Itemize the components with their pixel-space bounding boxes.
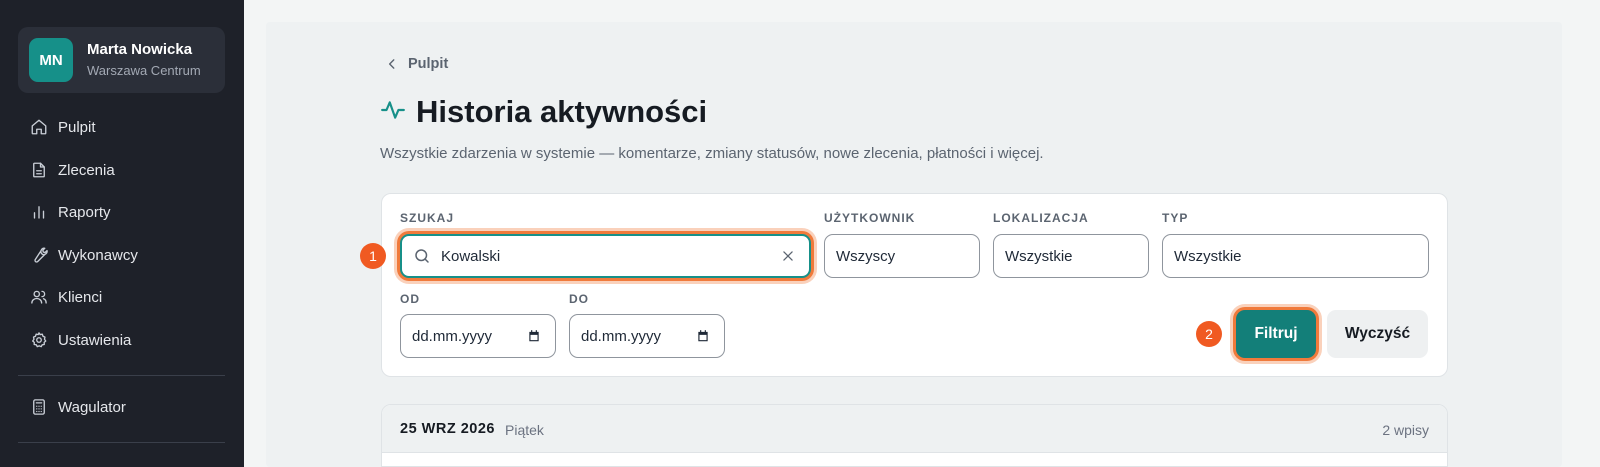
sidebar-item-label: Ustawienia (58, 331, 132, 349)
sidebar-item-label: Wykonawcy (58, 246, 138, 264)
user-filter-value: Wszyscy (836, 247, 896, 265)
sidebar-item-pulpit[interactable]: Pulpit (18, 108, 225, 146)
sidebar-item-label: Klienci (58, 288, 103, 306)
type-filter-select[interactable]: Wszystkie (1162, 234, 1429, 278)
calendar-icon[interactable] (527, 329, 541, 343)
activity-pulse-icon (380, 97, 406, 128)
annotation-badge-2: 2 (1196, 321, 1222, 347)
filter-button[interactable]: Filtruj (1236, 310, 1316, 358)
sidebar-item-ustawienia[interactable]: Ustawienia (18, 321, 225, 359)
annotation-badge-1: 1 (360, 243, 386, 269)
clear-button[interactable]: Wyczyść (1327, 310, 1428, 358)
user-filter-label: UŻYTKOWNIK (824, 211, 916, 225)
page-subtitle: Wszystkie zdarzenia w systemie — komenta… (380, 145, 1044, 162)
users-icon (30, 288, 48, 306)
search-icon (413, 247, 431, 265)
sidebar-item-label: Pulpit (58, 118, 96, 136)
search-label: SZUKAJ (400, 211, 455, 225)
page-header: Historia aktywności (380, 94, 707, 130)
user-card[interactable]: MN Marta Nowicka Warszawa Centrum (18, 27, 225, 93)
date-to-placeholder: dd.mm.yyyy (581, 327, 662, 345)
day-date: 25 WRZ 2026 (400, 421, 495, 437)
calculator-icon (30, 398, 48, 416)
breadcrumb-label: Pulpit (408, 56, 449, 72)
wrench-icon (30, 246, 48, 264)
location-filter-label: LOKALIZACJA (993, 211, 1089, 225)
date-from-input[interactable]: dd.mm.yyyy (400, 314, 556, 358)
sidebar: MN Marta Nowicka Warszawa Centrum Pulpit… (0, 0, 244, 467)
avatar: MN (29, 38, 73, 82)
chevron-left-icon (388, 59, 395, 69)
sidebar-item-klienci[interactable]: Klienci (18, 278, 225, 316)
sidebar-item-raporty[interactable]: Raporty (18, 193, 225, 231)
sidebar-item-wagulator[interactable]: Wagulator (18, 388, 225, 426)
close-icon[interactable] (781, 249, 795, 263)
gear-icon (30, 331, 48, 349)
day-group-header: 25 WRZ 2026 Piątek 2 wpisy (382, 405, 1447, 453)
user-location: Warszawa Centrum (87, 63, 201, 78)
search-input[interactable]: Kowalski (400, 234, 811, 278)
bar-chart-icon (30, 203, 48, 221)
date-from-label: OD (400, 292, 420, 306)
type-filter-value: Wszystkie (1174, 247, 1242, 265)
type-filter-label: TYP (1162, 211, 1189, 225)
date-from-placeholder: dd.mm.yyyy (412, 327, 493, 345)
day-group: 25 WRZ 2026 Piątek 2 wpisy (381, 404, 1448, 467)
sidebar-divider (18, 375, 225, 376)
document-icon (30, 161, 48, 179)
user-name: Marta Nowicka (87, 41, 193, 58)
sidebar-item-label: Raporty (58, 203, 111, 221)
user-filter-select[interactable]: Wszyscy (824, 234, 980, 278)
date-to-input[interactable]: dd.mm.yyyy (569, 314, 725, 358)
location-filter-select[interactable]: Wszystkie (993, 234, 1149, 278)
sidebar-item-label: Zlecenia (58, 161, 115, 179)
sidebar-item-zlecenia[interactable]: Zlecenia (18, 151, 225, 189)
day-weekday: Piątek (505, 422, 544, 438)
sidebar-item-wykonawcy[interactable]: Wykonawcy (18, 236, 225, 274)
day-entry-count: 2 wpisy (1382, 422, 1429, 438)
location-filter-value: Wszystkie (1005, 247, 1073, 265)
date-to-label: DO (569, 292, 589, 306)
breadcrumb[interactable]: Pulpit (385, 56, 448, 72)
sidebar-item-label: Wagulator (58, 398, 126, 416)
calendar-icon[interactable] (696, 329, 710, 343)
page-title: Historia aktywności (416, 94, 708, 129)
search-input-value: Kowalski (441, 247, 501, 265)
home-icon (30, 118, 48, 136)
sidebar-divider (18, 442, 225, 443)
